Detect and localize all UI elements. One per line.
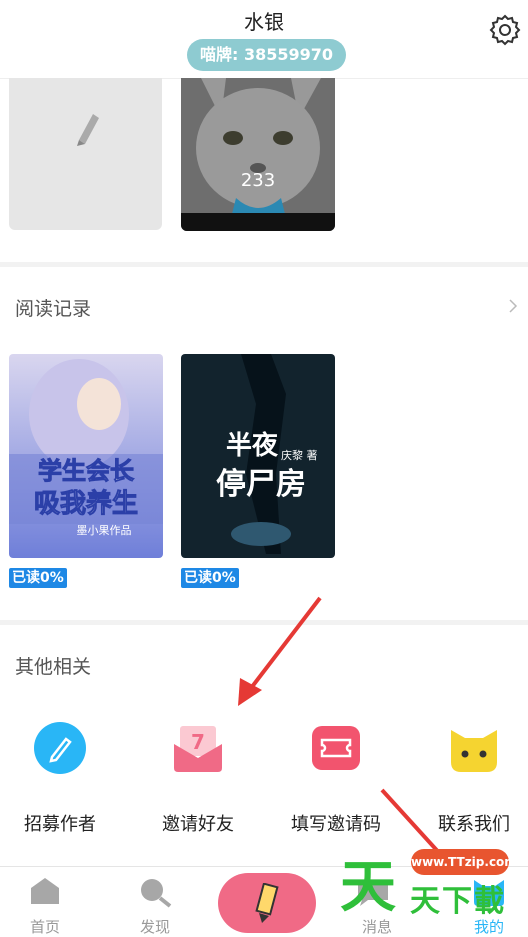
id-badge: 喵牌: 38559970 (187, 39, 346, 71)
section-divider (0, 262, 528, 267)
media-placeholder[interactable] (9, 78, 162, 230)
book-cover-1[interactable]: 学生会长 吸我养生 墨小果作品 (9, 354, 163, 558)
svg-text:停尸房: 停尸房 (216, 467, 306, 502)
search-icon[interactable] (138, 876, 172, 908)
write-button[interactable] (218, 873, 316, 933)
svg-text:半夜: 半夜 (226, 430, 279, 461)
play-count: 233 (240, 170, 276, 191)
read-progress-badge: 已读0% (181, 568, 239, 588)
cover-title-1: 学生会长 (38, 457, 135, 485)
cat-image (181, 78, 335, 231)
svg-text:吸我养生: 吸我养生 (34, 488, 138, 519)
tab-home[interactable]: 首页 (5, 916, 85, 937)
tab-discover[interactable]: 发现 (115, 916, 195, 937)
watermark-logo: 天 (340, 855, 396, 920)
annotation-arrows (238, 596, 464, 880)
read-progress-badge: 已读0% (9, 568, 67, 588)
write-icon (255, 883, 279, 923)
watermark-url: www.TTzip.com (411, 849, 517, 875)
page-title: 水银 (244, 10, 284, 34)
reading-history-title: 阅读记录 (15, 298, 92, 320)
watermark-text: 天下載 (410, 884, 506, 919)
chevron-right-icon[interactable] (506, 298, 520, 313)
svg-text:庆黎 著: 庆黎 著 (281, 448, 318, 462)
book-cover-2[interactable]: 半夜 停尸房 庆黎 著 (181, 354, 335, 558)
cat-photo[interactable]: 233 (181, 78, 335, 231)
home-icon[interactable] (29, 876, 61, 906)
placeholder-pencil-icon (77, 114, 99, 146)
svg-text:墨小果作品: 墨小果作品 (77, 524, 132, 537)
settings-gear-icon[interactable] (487, 12, 523, 48)
